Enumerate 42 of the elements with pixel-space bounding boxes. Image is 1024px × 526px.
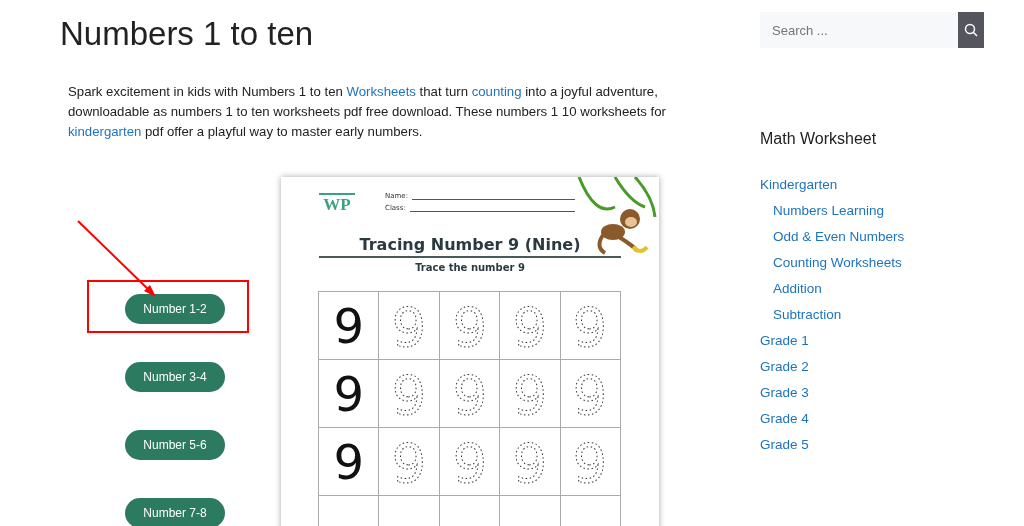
search-icon bbox=[964, 23, 978, 37]
category-link[interactable]: Grade 4 bbox=[760, 406, 809, 432]
tracing-digit: 9 bbox=[570, 433, 611, 490]
category-link[interactable]: Grade 3 bbox=[760, 380, 809, 406]
number-range-button[interactable]: Number 7-8 bbox=[125, 498, 225, 526]
text-link[interactable]: counting bbox=[471, 84, 522, 99]
tracing-digit: 9 bbox=[449, 433, 490, 490]
number-range-button[interactable]: Number 3-4 bbox=[125, 362, 225, 392]
subcategory-link[interactable]: Subtraction bbox=[773, 302, 842, 328]
category-link[interactable]: Grade 1 bbox=[760, 328, 809, 354]
tracing-digit: 9 bbox=[570, 365, 611, 422]
tracing-digit: 9 bbox=[509, 433, 550, 490]
intro-paragraph: Spark excitement in kids with Numbers 1 to ten Worksheets that turn counting into a joyful adventure, downloadable as numbers 1 to ten worksheets pdf free download. These numbers 1 10 worksheets for kindergarten pdf offer a playful way to master early numbers. bbox=[68, 83, 667, 141]
page-title: Numbers 1 to ten bbox=[60, 14, 315, 54]
search-button[interactable] bbox=[958, 12, 984, 48]
text-link[interactable]: kindergarten bbox=[68, 124, 142, 139]
model-digit: 9 bbox=[319, 292, 380, 360]
subcategory-link[interactable]: Odd & Even Numbers bbox=[773, 224, 905, 250]
category-link[interactable]: Kindergarten bbox=[760, 172, 838, 198]
subcategory-link[interactable]: Addition bbox=[773, 276, 822, 302]
tracing-digit: 9 bbox=[449, 365, 490, 422]
category-link[interactable]: Grade 2 bbox=[760, 354, 809, 380]
model-digit: 9 bbox=[319, 360, 380, 428]
model-digit: 9 bbox=[319, 428, 380, 496]
tracing-digit: 9 bbox=[389, 433, 430, 490]
tracing-digit: 9 bbox=[389, 297, 430, 354]
subcategory-link[interactable]: Counting Worksheets bbox=[773, 250, 902, 276]
number-range-button[interactable]: Number 1-2 bbox=[125, 294, 225, 324]
tracing-digit: 9 bbox=[389, 365, 430, 422]
sidebar-heading: Math Worksheet bbox=[760, 129, 878, 149]
worksheet-subtitle: Trace the number 9 bbox=[414, 262, 526, 273]
search-field[interactable]: Search ... bbox=[760, 12, 958, 48]
number-range-button[interactable]: Number 5-6 bbox=[125, 430, 225, 460]
tracing-digit: 9 bbox=[449, 297, 490, 354]
worksheet-logo: WP bbox=[319, 193, 355, 221]
worksheet-title: Tracing Number 9 (Nine) bbox=[319, 235, 621, 258]
tracing-digit: 9 bbox=[509, 297, 550, 354]
subcategory-link[interactable]: Numbers Learning bbox=[773, 198, 885, 224]
tracing-digit: 9 bbox=[509, 365, 550, 422]
category-link[interactable]: Grade 5 bbox=[760, 432, 809, 458]
tracing-digit: 9 bbox=[570, 297, 611, 354]
text-link[interactable]: Worksheets bbox=[346, 84, 416, 99]
